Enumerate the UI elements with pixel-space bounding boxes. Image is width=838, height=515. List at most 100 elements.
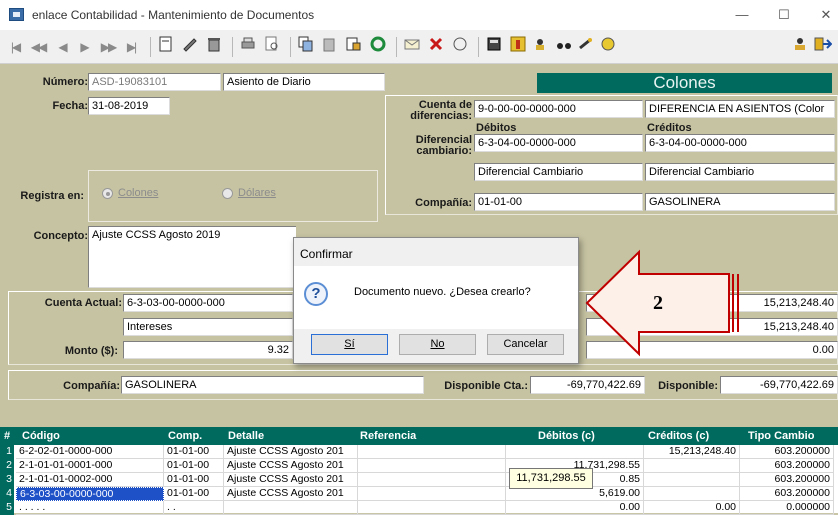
dif-debitos-field[interactable]: 6-3-04-00-0000-000 (474, 134, 643, 152)
cell-comp[interactable]: 01-01-00 (164, 473, 224, 487)
cell-comp[interactable]: 01-01-00 (164, 459, 224, 473)
cancel-icon[interactable] (426, 36, 446, 58)
row-number[interactable]: 1 (0, 445, 14, 459)
binoculars-icon[interactable] (554, 36, 574, 58)
cell-tc[interactable]: 603.200000 (740, 487, 834, 501)
debitos-label: Débitos (476, 122, 517, 134)
edit-icon[interactable] (180, 36, 200, 58)
close-button[interactable]: ✕ (812, 4, 838, 26)
cell-ref[interactable] (358, 459, 506, 473)
dif-creditos-field[interactable]: 6-3-04-00-0000-000 (645, 134, 835, 152)
tree-icon[interactable] (508, 36, 528, 58)
cell-detalle[interactable]: Ajuste CCSS Agosto 201 (224, 445, 358, 459)
cell-tc[interactable]: 603.200000 (740, 473, 834, 487)
coins-icon[interactable] (598, 36, 618, 58)
row-number[interactable]: 3 (0, 473, 14, 487)
prev-page-button[interactable]: ◀◀ (28, 36, 48, 58)
key-icon[interactable] (576, 36, 596, 58)
table-row[interactable]: 1 6-2-02-01-0000-000 01-01-00 Ajuste CCSS A… (0, 445, 838, 459)
cell-creditos[interactable] (644, 473, 740, 487)
cell-ref[interactable] (358, 473, 506, 487)
radio-dolares-label: Dólares (238, 187, 276, 199)
detail-compania-field: GASOLINERA (121, 376, 424, 394)
cell-debitos[interactable] (506, 445, 644, 459)
paste-icon[interactable] (320, 36, 340, 58)
cell-codigo[interactable]: 2-1-01-01-0002-000 (16, 473, 164, 487)
cell-codigo[interactable]: 2-1-01-01-0001-000 (16, 459, 164, 473)
cuenta-dif-desc: DIFERENCIA EN ASIENTOS (Color (645, 100, 835, 118)
currency-banner: Colones (537, 73, 832, 93)
tipo-field[interactable]: Asiento de Diario (223, 73, 385, 91)
cell-detalle[interactable]: Ajuste CCSS Agosto 201 (224, 487, 358, 501)
grid-col-codigo[interactable]: Código (22, 430, 60, 442)
preview-icon[interactable] (262, 36, 282, 58)
table-row[interactable]: 2 2-1-01-01-0001-000 01-01-00 Ajuste CCSS A… (0, 459, 838, 473)
grid-col-referencia[interactable]: Referencia (360, 430, 416, 442)
copy-icon[interactable] (296, 36, 316, 58)
dif-cambiario-label: Diferencial cambiario: (415, 134, 472, 157)
fecha-label: Fecha: (52, 100, 88, 112)
print-report-icon[interactable] (484, 36, 504, 58)
users-icon[interactable] (532, 36, 552, 58)
dif-debitos-desc: Diferencial Cambiario (474, 163, 643, 181)
row-number[interactable]: 4 (0, 487, 14, 501)
table-row[interactable]: 3 2-1-01-01-0002-000 01-01-00 Ajuste CCSS A… (0, 473, 838, 487)
minimize-button[interactable]: — (728, 4, 756, 26)
cell-ref[interactable] (358, 487, 506, 501)
exit-icon[interactable] (812, 36, 834, 58)
fecha-field[interactable]: 31-08-2019 (88, 97, 170, 115)
concepto-field[interactable]: Ajuste CCSS Agosto 2019 (88, 226, 296, 288)
grid-col-detalle[interactable]: Detalle (228, 430, 264, 442)
grid-col-creditos[interactable]: Créditos (c) (648, 430, 709, 442)
cell-creditos[interactable]: 15,213,248.40 (644, 445, 740, 459)
grid-col-tipo-cambio[interactable]: Tipo Cambio (748, 430, 814, 442)
cell-codigo[interactable]: 6-3-03-00-0000-000 (16, 487, 164, 501)
cuenta-dif-field[interactable]: 9-0-00-00-0000-000 (474, 100, 643, 118)
new-doc-icon[interactable] (156, 36, 176, 58)
yes-button[interactable]: Sí (311, 334, 388, 355)
prev-record-button[interactable]: ◀ (54, 36, 70, 58)
grid-col-num[interactable]: # (4, 430, 10, 442)
compania-code-field[interactable]: 01-01-00 (474, 193, 643, 211)
dialog-title: Confirmar (300, 247, 353, 261)
monto-field[interactable]: 9.32 (123, 341, 293, 359)
cell-ref[interactable] (358, 445, 506, 459)
cell-detalle[interactable]: Ajuste CCSS Agosto 201 (224, 459, 358, 473)
cell-tc[interactable]: 603.200000 (740, 445, 834, 459)
dialog-message: Documento nuevo. ¿Desea crearlo? (354, 286, 531, 298)
cell-tc[interactable]: 603.200000 (740, 459, 834, 473)
cell-creditos[interactable] (644, 459, 740, 473)
cell-detalle[interactable]: Ajuste CCSS Agosto 201 (224, 473, 358, 487)
mail-icon[interactable] (402, 36, 422, 58)
last-record-button[interactable]: ▶| (122, 36, 140, 58)
cell-comp[interactable]: 01-01-00 (164, 487, 224, 501)
grid-col-debitos[interactable]: Débitos (c) (538, 430, 595, 442)
user-icon[interactable] (790, 36, 810, 58)
no-button[interactable]: No (399, 334, 476, 355)
delete-icon[interactable] (204, 36, 224, 58)
cuenta-dif-label: Cuenta de diferencias: (410, 99, 472, 122)
cuenta-actual-field[interactable]: 6-3-03-00-0000-000 (123, 294, 293, 312)
cell-creditos[interactable] (644, 487, 740, 501)
cell-codigo[interactable]: 6-2-02-01-0000-000 (16, 445, 164, 459)
find-icon[interactable] (344, 36, 364, 58)
disponible-field: -69,770,422.69 (720, 376, 838, 394)
refresh-icon[interactable] (368, 36, 388, 58)
cell-comp[interactable]: 01-01-00 (164, 445, 224, 459)
cancel-button[interactable]: Cancelar (487, 334, 564, 355)
cancel-button-label: Cancelar (503, 338, 548, 350)
first-record-button[interactable]: |◀ (6, 36, 24, 58)
table-row[interactable]: 4 6-3-03-00-0000-000 01-01-00 Ajuste CCSS A… (0, 487, 838, 501)
radio-dolares[interactable] (222, 188, 233, 199)
row-number[interactable]: 2 (0, 459, 14, 473)
print-icon[interactable] (238, 36, 258, 58)
radio-colones[interactable] (102, 188, 113, 199)
maximize-button[interactable]: ☐ (770, 4, 798, 26)
grid-col-comp[interactable]: Comp. (168, 430, 202, 442)
help-icon[interactable] (450, 36, 470, 58)
numero-field[interactable]: ASD-19083101 (88, 73, 221, 91)
next-record-button[interactable]: ▶ (76, 36, 92, 58)
radio-colones-label: Colones (118, 187, 159, 199)
next-page-button[interactable]: ▶▶ (98, 36, 118, 58)
cell-debitos[interactable]: 5,619.00 (506, 487, 644, 501)
